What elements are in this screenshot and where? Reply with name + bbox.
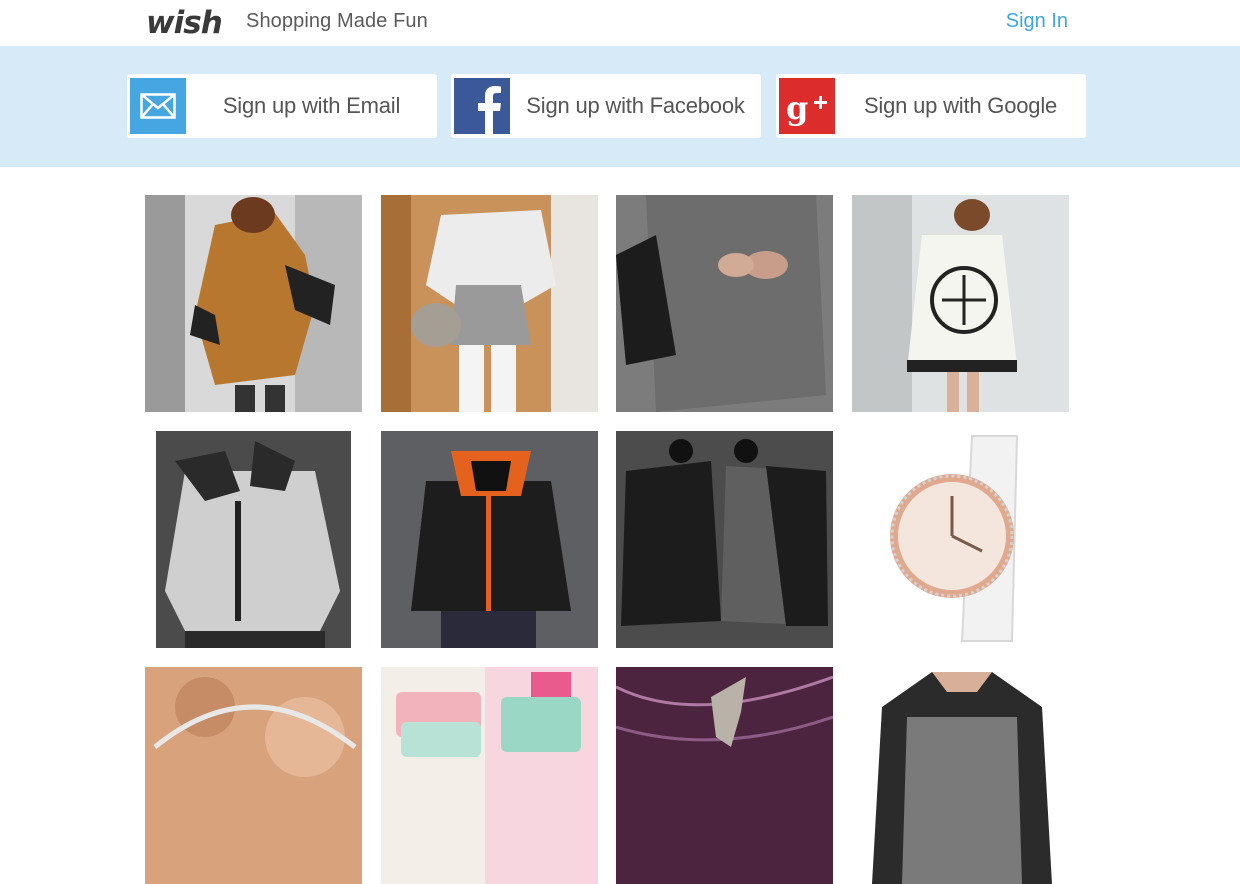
product-tile[interactable] xyxy=(852,195,1069,412)
product-image xyxy=(145,431,362,648)
signup-band: Sign up with Email Sign up with Facebook… xyxy=(0,46,1240,167)
product-image xyxy=(852,431,1069,648)
product-image xyxy=(852,195,1069,412)
envelope-icon xyxy=(130,78,186,134)
svg-text:wish: wish xyxy=(146,5,222,40)
signup-facebook-label: Sign up with Facebook xyxy=(526,93,745,118)
tagline: Shopping Made Fun xyxy=(246,10,428,32)
product-image xyxy=(616,667,833,884)
product-image xyxy=(145,195,362,412)
product-tile[interactable] xyxy=(852,667,1069,884)
product-tile[interactable] xyxy=(381,195,598,412)
signup-email-button[interactable]: Sign up with Email xyxy=(127,74,437,138)
product-image xyxy=(381,195,598,412)
sign-in-link[interactable]: Sign In xyxy=(1006,10,1068,33)
product-tile[interactable] xyxy=(616,195,833,412)
signup-google-label: Sign up with Google xyxy=(863,93,1058,118)
signup-email-label: Sign up with Email xyxy=(222,93,401,118)
signup-google-button[interactable]: g Sign up with Google xyxy=(776,74,1086,138)
signup-facebook-button[interactable]: Sign up with Facebook xyxy=(451,74,761,138)
product-image xyxy=(616,195,833,412)
product-tile[interactable] xyxy=(381,667,598,884)
product-tile[interactable] xyxy=(616,667,833,884)
product-tile[interactable] xyxy=(145,195,362,412)
google-plus-icon: g xyxy=(779,78,835,134)
product-image xyxy=(381,667,598,884)
product-image xyxy=(381,431,598,648)
product-image xyxy=(616,431,833,648)
product-tile[interactable] xyxy=(381,431,598,648)
facebook-icon xyxy=(454,78,510,134)
wish-logo[interactable]: wish xyxy=(146,2,232,42)
top-header: wish Shopping Made Fun Sign In xyxy=(0,0,1240,46)
product-tile[interactable] xyxy=(145,431,362,648)
product-tile[interactable] xyxy=(616,431,833,648)
product-tile[interactable] xyxy=(145,667,362,884)
wish-logo-icon: wish xyxy=(146,5,223,40)
product-tile[interactable] xyxy=(852,431,1069,648)
svg-text:g: g xyxy=(786,89,808,126)
product-image xyxy=(852,667,1069,884)
product-image xyxy=(145,667,362,884)
